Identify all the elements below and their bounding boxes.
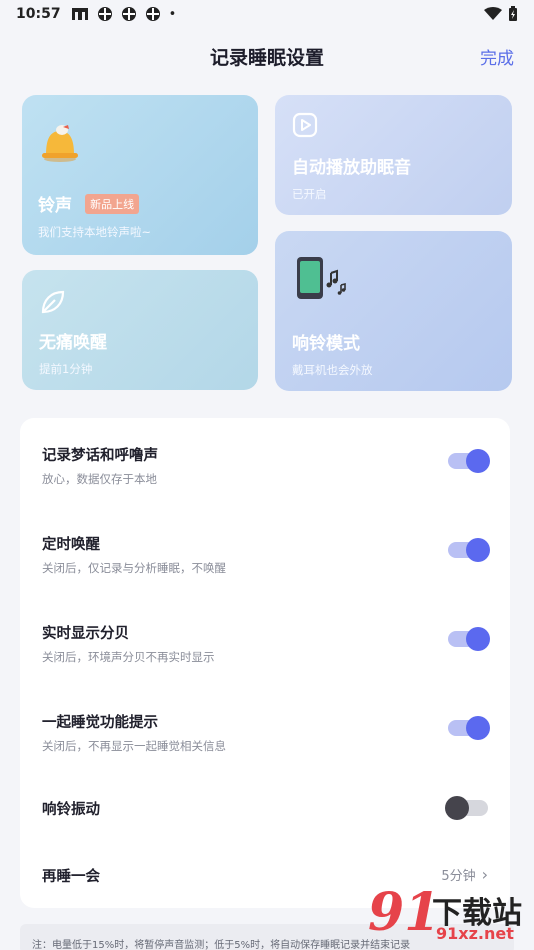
gentle-wake-title: 无痛唤醒 (39, 333, 107, 353)
wifi-icon (484, 7, 502, 20)
leaf-icon (41, 290, 65, 314)
settings-panel: 记录梦话和呼噜声 放心，数据仅存于本地 定时唤醒 关闭后，仅记录与分析睡眠，不唤… (20, 418, 510, 908)
more-notifications-dot: • (168, 6, 177, 22)
ring-vibration-toggle[interactable] (445, 796, 488, 820)
setting-label: 定时唤醒 (42, 537, 100, 553)
done-button[interactable]: 完成 (480, 44, 514, 69)
setting-row-realtime-decibel: 实时显示分贝 关闭后，环境声分贝不再实时显示 (20, 622, 510, 672)
setting-description: 放心，数据仅存于本地 (42, 472, 157, 486)
ringtone-subtitle: 我们支持本地铃声啦~ (38, 225, 152, 239)
play-icon (292, 112, 318, 138)
phone-music-icon (297, 257, 346, 299)
setting-label: 一起睡觉功能提示 (42, 715, 158, 731)
toggle-knob (466, 449, 490, 473)
realtime-decibel-toggle[interactable] (448, 627, 490, 651)
setting-label: 实时显示分贝 (42, 626, 129, 642)
toggle-knob (466, 538, 490, 562)
ring-mode-card[interactable]: 响铃模式 戴耳机也会外放 (275, 231, 512, 391)
gentle-wake-card[interactable]: 无痛唤醒 提前1分钟 (22, 270, 258, 390)
battery-icon (509, 6, 517, 21)
setting-label: 记录梦话和呼噜声 (42, 448, 158, 464)
status-time: 10:57 (16, 6, 61, 22)
app-notification-icon (71, 8, 88, 20)
setting-description: 关闭后，环境声分贝不再实时显示 (42, 650, 215, 664)
pinwheel-icon (145, 7, 160, 21)
setting-label: 响铃振动 (42, 802, 100, 818)
bell-icon (42, 125, 78, 162)
pinwheel-icon (121, 7, 136, 21)
toggle-knob (466, 716, 490, 740)
toggle-knob (466, 627, 490, 651)
header: 记录睡眠设置 完成 (0, 36, 534, 76)
autoplay-title: 自动播放助眠音 (292, 158, 411, 178)
gentle-wake-subtitle: 提前1分钟 (39, 362, 93, 376)
timed-wake-toggle[interactable] (448, 538, 490, 562)
snooze-duration: 5分钟 (441, 869, 476, 884)
ring-mode-title: 响铃模式 (292, 334, 360, 354)
status-bar: 10:57 • (0, 0, 534, 28)
setting-description: 关闭后，不再显示一起睡觉相关信息 (42, 739, 226, 753)
autoplay-subtitle: 已开启 (292, 187, 327, 201)
status-right (484, 6, 518, 22)
setting-row-ring-vibration: 响铃振动 (20, 796, 510, 828)
ring-mode-subtitle: 戴耳机也会外放 (292, 363, 373, 377)
new-badge: 新品上线 (85, 194, 140, 214)
watermark-number: 91 (368, 882, 441, 943)
page-title: 记录睡眠设置 (209, 46, 324, 69)
record-sleep-talk-toggle[interactable] (448, 449, 490, 473)
ringtone-title: 铃声 (38, 196, 72, 216)
snooze-value[interactable]: 5分钟 › (441, 865, 488, 884)
watermark-logo: 91 下载站 91xz.net (364, 882, 534, 950)
setting-row-record-sleep-talk: 记录梦话和呼噜声 放心，数据仅存于本地 (20, 444, 510, 494)
notification-icons: • (71, 6, 177, 22)
setting-row-sleep-together-tip: 一起睡觉功能提示 关闭后，不再显示一起睡觉相关信息 (20, 711, 510, 761)
watermark-url: 91xz.net (436, 924, 514, 943)
sleep-together-tip-toggle[interactable] (448, 716, 490, 740)
autoplay-sleep-sound-card[interactable]: 自动播放助眠音 已开启 (275, 95, 512, 215)
setting-row-timed-wake: 定时唤醒 关闭后，仅记录与分析睡眠，不唤醒 (20, 533, 510, 583)
toggle-knob (445, 796, 469, 820)
ringtone-card[interactable]: 铃声 新品上线 我们支持本地铃声啦~ (22, 95, 258, 255)
pinwheel-icon (97, 7, 112, 21)
chevron-right-icon: › (481, 865, 488, 884)
setting-description: 关闭后，仅记录与分析睡眠，不唤醒 (42, 561, 226, 575)
